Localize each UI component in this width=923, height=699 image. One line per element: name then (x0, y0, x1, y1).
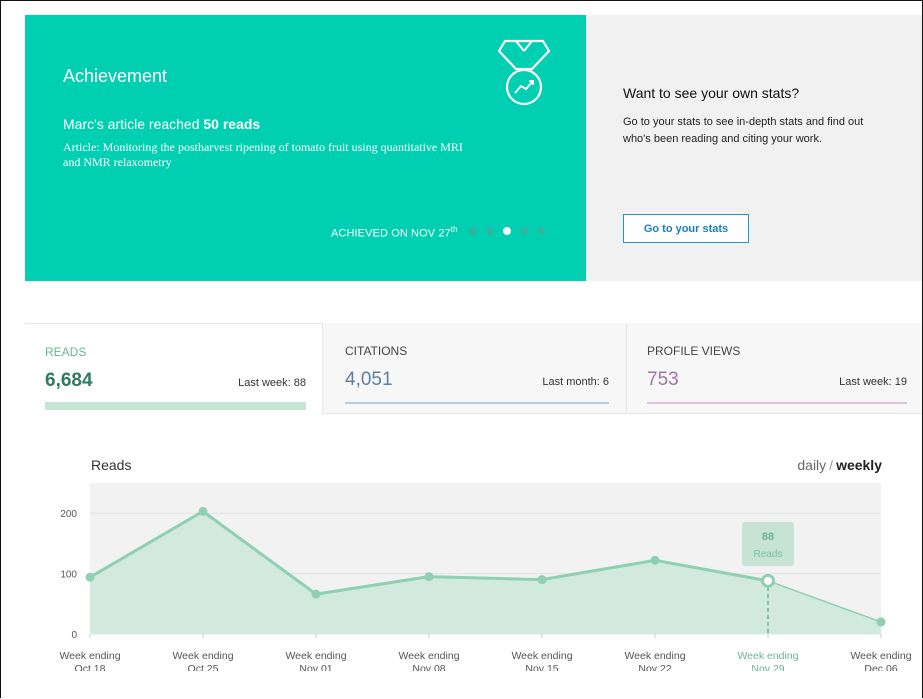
carousel-dot[interactable] (503, 227, 511, 235)
x-tick-label-line2: Dec 06 (864, 663, 897, 671)
tab-citations-value: 4,051 (345, 369, 393, 390)
y-tick-label: 200 (60, 509, 77, 520)
tab-citations-label: CITATIONS (345, 344, 408, 358)
y-tick-label: 100 (60, 570, 77, 581)
tab-reads-meta: Last week: 88 (238, 377, 306, 389)
x-tick-label-line1: Week ending (172, 650, 233, 662)
x-tick-label-line1: Week ending (285, 650, 346, 662)
x-tick-label-line1: Week ending (850, 650, 911, 662)
tab-profile-views-indicator (647, 402, 907, 404)
x-tick-label-line2: Nov 01 (299, 663, 332, 671)
achieved-date: ACHIEVED ON NOV 27th (331, 225, 458, 240)
x-tick-label-line1: Week ending (624, 650, 685, 662)
tab-profile-views-label: PROFILE VIEWS (647, 344, 741, 358)
x-tick-label-line2: Oct 25 (188, 663, 219, 671)
tooltip-value: 88 (762, 531, 774, 543)
x-tick-label-line2: Nov 15 (525, 663, 558, 671)
achievement-banner: Achievement Marc's article reached 50 re… (25, 15, 586, 281)
data-point[interactable] (424, 572, 434, 582)
go-to-stats-button[interactable]: Go to your stats (623, 214, 749, 243)
carousel-dot[interactable] (469, 227, 477, 235)
data-point[interactable] (876, 617, 886, 627)
y-tick-label: 0 (71, 630, 77, 641)
data-point-highlight[interactable] (761, 573, 775, 588)
tooltip-label: Reads (754, 549, 783, 560)
tab-profile-views-value: 753 (647, 369, 679, 390)
promo-text: Go to your stats to see in-depth stats a… (623, 116, 864, 145)
carousel-dots (469, 227, 545, 235)
tab-reads-label: READS (45, 345, 87, 359)
x-tick-label-line2: Nov 22 (638, 663, 671, 671)
stats-promo: Want to see your own stats? Go to your s… (586, 15, 922, 281)
data-point[interactable] (198, 506, 208, 516)
tab-reads-value: 6,684 (45, 370, 93, 391)
tab-profile-views-meta: Last week: 19 (839, 376, 907, 388)
achievement-article: Article: Monitoring the postharvest ripe… (63, 140, 463, 169)
x-tick-label-line1: Week ending (398, 650, 459, 662)
x-tick-label-line1: Week ending (737, 650, 798, 662)
x-tick-label-line2: Nov 29 (751, 663, 784, 671)
x-tick-label-line2: Nov 08 (412, 663, 445, 671)
carousel-dot[interactable] (520, 227, 528, 235)
reads-chart: 010020088ReadsWeek endingOct 18Week endi… (59, 483, 912, 671)
tab-citations-indicator (345, 402, 609, 404)
achievement-title: Achievement (63, 66, 168, 86)
tab-citations[interactable]: CITATIONS 4,051 Last month: 6 (325, 323, 625, 413)
x-tick-label-line2: Oct 18 (75, 663, 106, 671)
tab-reads-indicator (45, 402, 306, 410)
page-frame: Achievement Marc's article reached 50 re… (0, 0, 923, 698)
data-point[interactable] (85, 572, 95, 582)
tab-citations-meta: Last month: 6 (542, 376, 609, 388)
tab-profile-views[interactable]: PROFILE VIEWS 753 Last week: 19 (626, 323, 922, 413)
achievement-headline-bold: 50 reads (203, 116, 261, 132)
tab-reads[interactable]: READS 6,684 Last week: 88 (25, 323, 323, 414)
data-point[interactable] (311, 589, 321, 599)
data-point[interactable] (650, 555, 660, 565)
data-point[interactable] (537, 575, 547, 585)
achievement-headline: Marc's article reached 50 reads (63, 116, 261, 132)
carousel-dot[interactable] (486, 227, 494, 235)
x-tick-label-line1: Week ending (511, 650, 572, 662)
carousel-dot[interactable] (537, 227, 545, 235)
medal-chart-icon (497, 39, 551, 106)
promo-title: Want to see your own stats? (623, 85, 800, 101)
x-tick-label-line1: Week ending (59, 650, 120, 662)
